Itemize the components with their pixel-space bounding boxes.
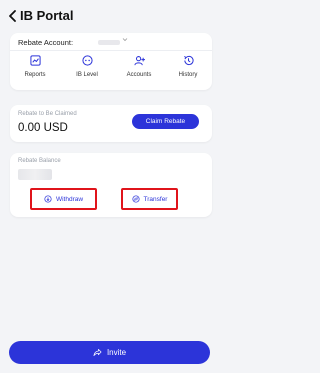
- account-number-mask[interactable]: [98, 40, 120, 45]
- nav-label-ib-level: IB Level: [76, 72, 98, 78]
- reports-icon: [29, 55, 41, 66]
- nav-label-reports: Reports: [24, 72, 46, 78]
- balance-card: Rebate Balance Withdraw Transfer: [10, 153, 212, 217]
- claim-card: Rebate to Be Claimed 0.00 USD Claim Reba…: [10, 105, 212, 142]
- invite-label: Invite: [106, 348, 127, 357]
- claim-amount: 0.00 USD: [18, 122, 68, 134]
- nav-item-history[interactable]: History: [165, 55, 211, 89]
- divider: [10, 50, 212, 51]
- withdraw-icon: [44, 195, 52, 203]
- balance-value-mask: [18, 169, 52, 180]
- history-icon: [183, 55, 194, 66]
- ib-level-icon: [81, 55, 93, 66]
- share-icon: [93, 348, 102, 357]
- transfer-button[interactable]: Transfer: [121, 188, 178, 210]
- nav-label-history: History: [178, 72, 198, 78]
- accounts-icon: [133, 56, 145, 66]
- nav-item-reports[interactable]: Reports: [12, 55, 58, 89]
- chevron-down-icon[interactable]: [122, 37, 128, 44]
- nav-item-accounts[interactable]: Accounts: [116, 55, 162, 89]
- nav-label-accounts: Accounts: [126, 72, 152, 78]
- withdraw-button[interactable]: Withdraw: [30, 188, 97, 210]
- transfer-icon: [131, 195, 140, 203]
- nav-item-ib-level[interactable]: IB Level: [64, 55, 110, 89]
- account-card: Rebate Account: Reports IB Level Account…: [10, 33, 212, 90]
- header: IB Portal: [0, 0, 217, 30]
- invite-button[interactable]: Invite: [9, 341, 210, 364]
- page-title: IB Portal: [20, 8, 74, 23]
- claim-rebate-button[interactable]: Claim Rebate: [132, 114, 199, 129]
- claim-label: Rebate to Be Claimed: [18, 111, 77, 117]
- balance-label: Rebate Balance: [18, 158, 61, 164]
- rebate-account-label: Rebate Account:: [18, 38, 74, 47]
- transfer-label: Transfer: [143, 195, 168, 203]
- chevron-left-icon[interactable]: [6, 9, 20, 23]
- withdraw-label: Withdraw: [55, 195, 84, 203]
